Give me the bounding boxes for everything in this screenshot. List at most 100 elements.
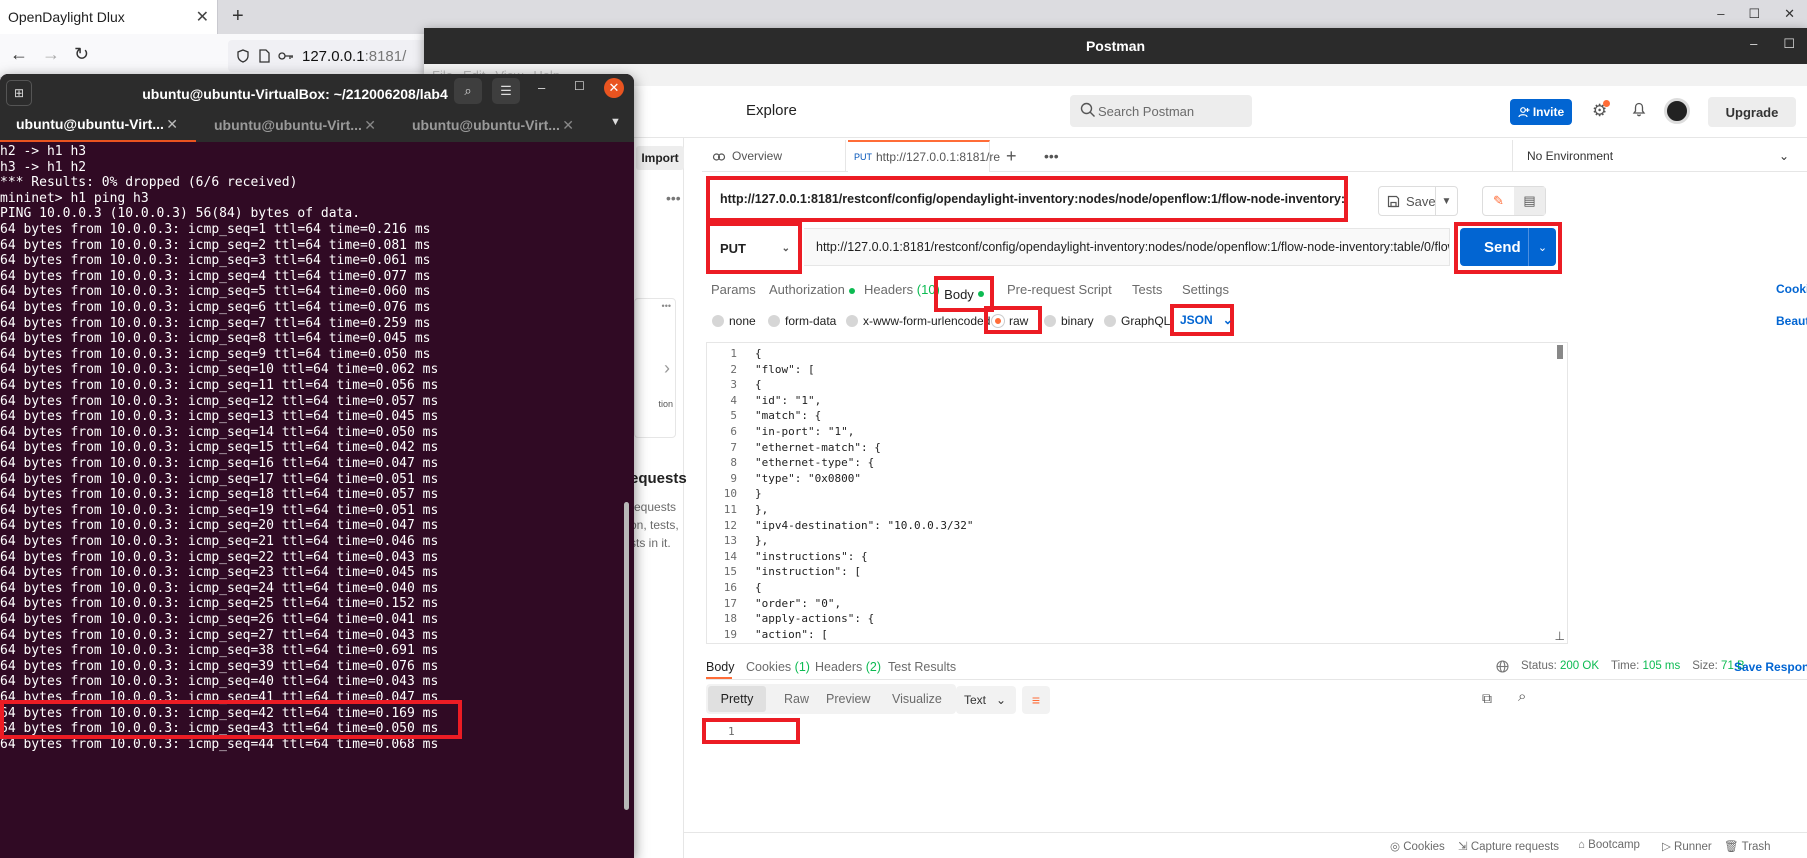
chevron-down-icon[interactable]: ⌄: [1528, 228, 1556, 266]
edit-icon[interactable]: ✎: [1483, 187, 1514, 215]
close-icon[interactable]: ✕: [364, 117, 376, 134]
response-tab-cookies[interactable]: Cookies (1): [746, 660, 810, 674]
body-type-raw[interactable]: raw: [992, 314, 1028, 328]
method-select[interactable]: PUT ⌄: [706, 222, 802, 274]
close-icon[interactable]: ✕: [166, 116, 178, 133]
environment-select[interactable]: No Environment ⌄: [1512, 140, 1807, 172]
close-icon[interactable]: ✕: [1784, 6, 1795, 22]
response-tab-test-results[interactable]: Test Results: [888, 660, 956, 674]
send-button[interactable]: Send ⌄: [1460, 228, 1556, 266]
search-input[interactable]: Search Postman: [1070, 95, 1252, 127]
request-title[interactable]: http://127.0.0.1:8181/restconf/config/op…: [706, 176, 1348, 222]
more-icon[interactable]: •••: [666, 190, 681, 206]
save-button[interactable]: Save ▼: [1378, 186, 1458, 216]
reload-icon[interactable]: ↻: [74, 44, 89, 65]
wrap-lines-icon[interactable]: ≡: [1022, 686, 1050, 714]
search-icon[interactable]: ⌕: [1518, 688, 1526, 705]
explore-link[interactable]: Explore: [746, 102, 797, 119]
response-tab-body[interactable]: Body: [706, 660, 735, 674]
resize-handle-icon[interactable]: ⊥: [1555, 629, 1565, 643]
upgrade-button[interactable]: Upgrade: [1708, 97, 1796, 127]
response-body[interactable]: 1: [702, 718, 800, 744]
status-value: 200 OK: [1560, 660, 1600, 672]
maximize-icon[interactable]: ☐: [574, 79, 585, 93]
terminal-line: 64 bytes from 10.0.0.3: icmp_seq=15 ttl=…: [0, 440, 439, 456]
tab-tests[interactable]: Tests: [1132, 282, 1162, 297]
radio-icon: [1044, 315, 1056, 327]
scrollbar[interactable]: [1557, 345, 1563, 359]
footer-runner[interactable]: ▷ Runner: [1662, 839, 1712, 853]
minimize-icon[interactable]: –: [1717, 6, 1724, 22]
url-input[interactable]: http://127.0.0.1:8181/restconf/config/op…: [804, 228, 1450, 266]
tab-request[interactable]: PUT http://127.0.0.1:8181/re: [848, 140, 1000, 172]
documentation-icon[interactable]: ▤: [1514, 187, 1545, 215]
beautify-link[interactable]: Beautify: [1776, 314, 1807, 328]
footer-trash[interactable]: 🗑 Trash: [1724, 839, 1771, 853]
tab-authorization[interactable]: Authorization: [769, 282, 855, 297]
minimize-icon[interactable]: –: [1750, 36, 1757, 52]
tab-prerequest-script[interactable]: Pre-request Script: [1007, 282, 1112, 297]
body-type-graphql[interactable]: GraphQL: [1104, 314, 1170, 328]
close-icon[interactable]: ✕: [562, 117, 574, 134]
bell-icon[interactable]: [1632, 101, 1646, 121]
terminal-tab[interactable]: ubuntu@ubuntu-Virt... ✕: [0, 108, 196, 142]
address-bar[interactable]: 127.0.0.1:8181/: [228, 40, 428, 72]
close-icon[interactable]: ✕: [196, 7, 209, 27]
terminal-tab[interactable]: ubuntu@ubuntu-Virt... ✕: [396, 108, 592, 142]
scrollbar[interactable]: [624, 502, 629, 810]
body-type-urlencoded[interactable]: x-www-form-urlencoded: [846, 314, 990, 328]
settings-gear-icon[interactable]: ⚙: [1592, 100, 1611, 121]
tab-settings[interactable]: Settings: [1182, 282, 1229, 297]
terminal-line: 64 bytes from 10.0.0.3: icmp_seq=22 ttl=…: [0, 549, 439, 565]
footer-cookies[interactable]: ◎ Cookies: [1390, 839, 1445, 853]
chevron-down-icon[interactable]: ▼: [610, 116, 621, 128]
view-tab-raw[interactable]: Raw: [784, 684, 809, 714]
view-tab-preview[interactable]: Preview: [826, 684, 870, 714]
requests-description: requests on, tests, sts in it.: [630, 500, 679, 550]
back-icon[interactable]: ←: [10, 44, 28, 65]
tab-headers[interactable]: Headers (10): [864, 282, 940, 297]
tab-headers-label: Headers: [864, 282, 914, 297]
terminal-line: 64 bytes from 10.0.0.3: icmp_seq=2 ttl=6…: [0, 237, 431, 253]
view-mode-toggle[interactable]: ✎ ▤: [1482, 186, 1546, 216]
view-tab-visualize[interactable]: Visualize: [892, 684, 942, 714]
chevron-right-icon[interactable]: ›: [664, 358, 670, 379]
search-icon[interactable]: ⌕: [454, 78, 482, 104]
footer-bootcamp[interactable]: ⌂ Bootcamp: [1578, 839, 1640, 851]
body-type-binary[interactable]: binary: [1044, 314, 1094, 328]
invite-button[interactable]: Invite: [1510, 99, 1572, 125]
terminal-tab[interactable]: ubuntu@ubuntu-Virt... ✕: [198, 108, 394, 142]
response-format-select[interactable]: Text ⌄: [956, 686, 1016, 714]
terminal-output[interactable]: h2 -> h1 h3 h3 -> h1 h2 *** Results: 0% dr…: [0, 144, 624, 858]
maximize-icon[interactable]: ☐: [1783, 36, 1795, 52]
chevron-down-icon[interactable]: ▼: [1435, 187, 1457, 215]
body-editor[interactable]: 1{2 "flow": [3{4 "id": "1", 5 "match": {6 "in…: [706, 342, 1568, 644]
time-label: Time:: [1611, 660, 1640, 672]
cookies-link[interactable]: Cookies: [1776, 282, 1807, 296]
hamburger-menu-icon[interactable]: ☰: [492, 78, 520, 104]
import-button[interactable]: Import: [636, 146, 684, 170]
code-text: {: [755, 347, 762, 360]
new-tab-icon[interactable]: +: [1006, 140, 1017, 172]
close-icon[interactable]: ✕: [604, 78, 624, 98]
terminal-line: 64 bytes from 10.0.0.3: icmp_seq=4 ttl=6…: [0, 268, 431, 284]
body-type-none[interactable]: none: [712, 314, 756, 328]
footer-capture-requests[interactable]: ⇲ Capture requests: [1458, 839, 1559, 853]
new-tab-icon[interactable]: +: [232, 5, 244, 28]
tab-params[interactable]: Params: [711, 282, 756, 297]
forward-icon[interactable]: →: [42, 44, 60, 65]
code-text: "apply-actions": {: [755, 612, 875, 626]
minimize-icon[interactable]: –: [538, 80, 545, 95]
tab-overview[interactable]: Overview: [706, 140, 846, 172]
avatar[interactable]: [1664, 98, 1690, 124]
save-response-button[interactable]: Save Response ⌄: [1734, 660, 1807, 674]
body-type-form-data[interactable]: form-data: [768, 314, 836, 328]
browser-tab[interactable]: OpenDaylight Dlux ✕: [0, 0, 218, 34]
more-icon[interactable]: •••: [1044, 140, 1059, 172]
maximize-icon[interactable]: ☐: [1748, 6, 1760, 22]
view-tab-pretty[interactable]: Pretty: [708, 686, 766, 712]
more-icon[interactable]: •••: [662, 301, 671, 311]
response-tab-headers[interactable]: Headers (2): [815, 660, 881, 674]
copy-icon[interactable]: ⧉: [1482, 690, 1492, 707]
body-format-select[interactable]: JSON ⌄: [1170, 304, 1234, 336]
